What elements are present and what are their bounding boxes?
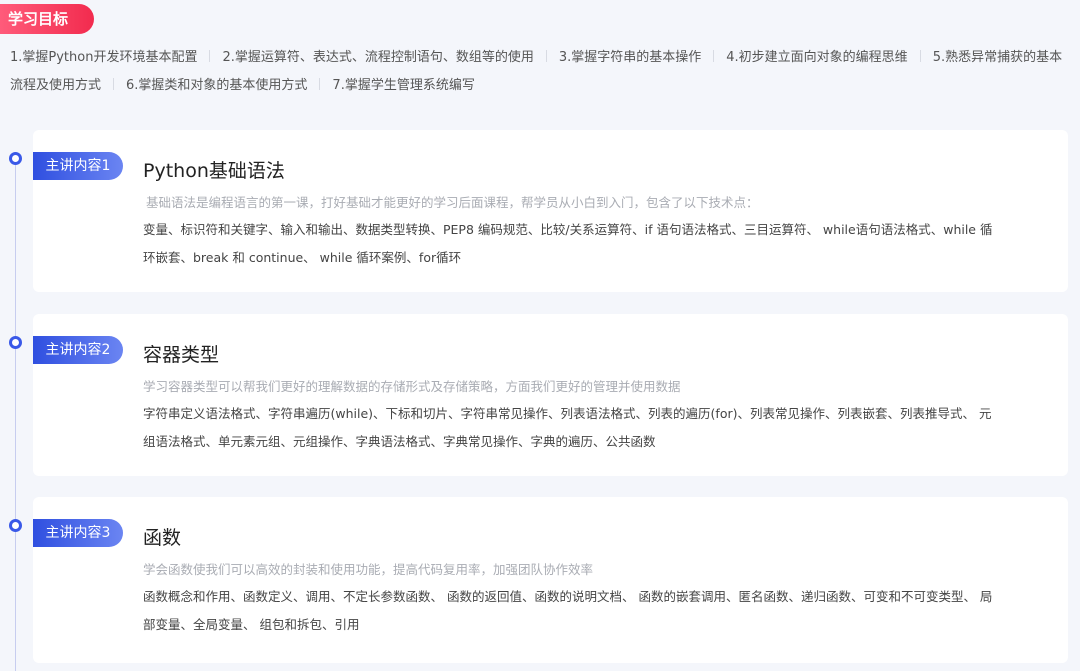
learning-goals-badge: 学习目标 <box>0 4 95 34</box>
module-intro: 学会函数使我们可以高效的封装和使用功能，提高代码复用率，加强团队协作效率 <box>143 562 594 577</box>
module-topics: 变量、标识符和关键字、输入和输出、数据类型转换、PEP8 编码规范、比较/关系运… <box>143 222 993 265</box>
module-card-1: 主讲内容1 Python基础语法 基础语法是编程语言的第一课，打好基础才能更好的… <box>33 130 1068 292</box>
goal-divider <box>713 50 715 62</box>
module-tag: 主讲内容3 <box>33 519 123 547</box>
timeline-dot-icon <box>9 519 22 532</box>
goal-item: 2.掌握运算符、表达式、流程控制语句、数组等的使用 <box>222 50 534 65</box>
module-intro: 学习容器类型可以帮我们更好的理解数据的存储形式及存储策略，方面我们更好的管理并使… <box>143 379 681 394</box>
goal-item: 1.掌握Python开发环境基本配置 <box>10 50 198 65</box>
goal-divider <box>545 50 547 62</box>
module-title: 容器类型 <box>143 344 220 366</box>
module-topics: 函数概念和作用、函数定义、调用、不定长参数函数、 函数的返回值、函数的说明文档、… <box>143 589 993 632</box>
module-tag: 主讲内容2 <box>33 336 123 364</box>
module-title: 函数 <box>143 527 182 549</box>
module-topics: 字符串定义语法格式、字符串遍历(while)、下标和切片、字符串常见操作、列表语… <box>143 406 992 449</box>
timeline-line <box>15 158 16 671</box>
module-intro: 基础语法是编程语言的第一课，打好基础才能更好的学习后面课程，帮学员从小白到入门，… <box>146 195 759 210</box>
timeline-dot-icon <box>9 336 22 349</box>
goal-item: 4.初步建立面向对象的编程思维 <box>726 50 908 65</box>
goal-divider <box>113 78 115 90</box>
goal-item: 6.掌握类和对象的基本使用方式 <box>126 78 308 93</box>
timeline-dot-icon <box>9 152 22 165</box>
goal-item: 3.掌握字符串的基本操作 <box>558 50 702 65</box>
goal-divider <box>209 50 211 62</box>
learning-goals-list: 1.掌握Python开发环境基本配置 2.掌握运算符、表达式、流程控制语句、数组等… <box>10 44 1070 100</box>
goal-item: 7.掌握学生管理系统编写 <box>332 78 475 93</box>
module-card-2: 主讲内容2 容器类型 学习容器类型可以帮我们更好的理解数据的存储形式及存储策略，… <box>33 314 1068 476</box>
course-page: 学习目标 1.掌握Python开发环境基本配置 2.掌握运算符、表达式、流程控制语… <box>0 0 1080 671</box>
goal-divider <box>919 50 921 62</box>
goal-divider <box>319 78 321 90</box>
module-card-3: 主讲内容3 函数 学会函数使我们可以高效的封装和使用功能，提高代码复用率，加强团… <box>33 497 1068 663</box>
module-tag: 主讲内容1 <box>33 152 123 180</box>
module-title: Python基础语法 <box>143 160 285 182</box>
